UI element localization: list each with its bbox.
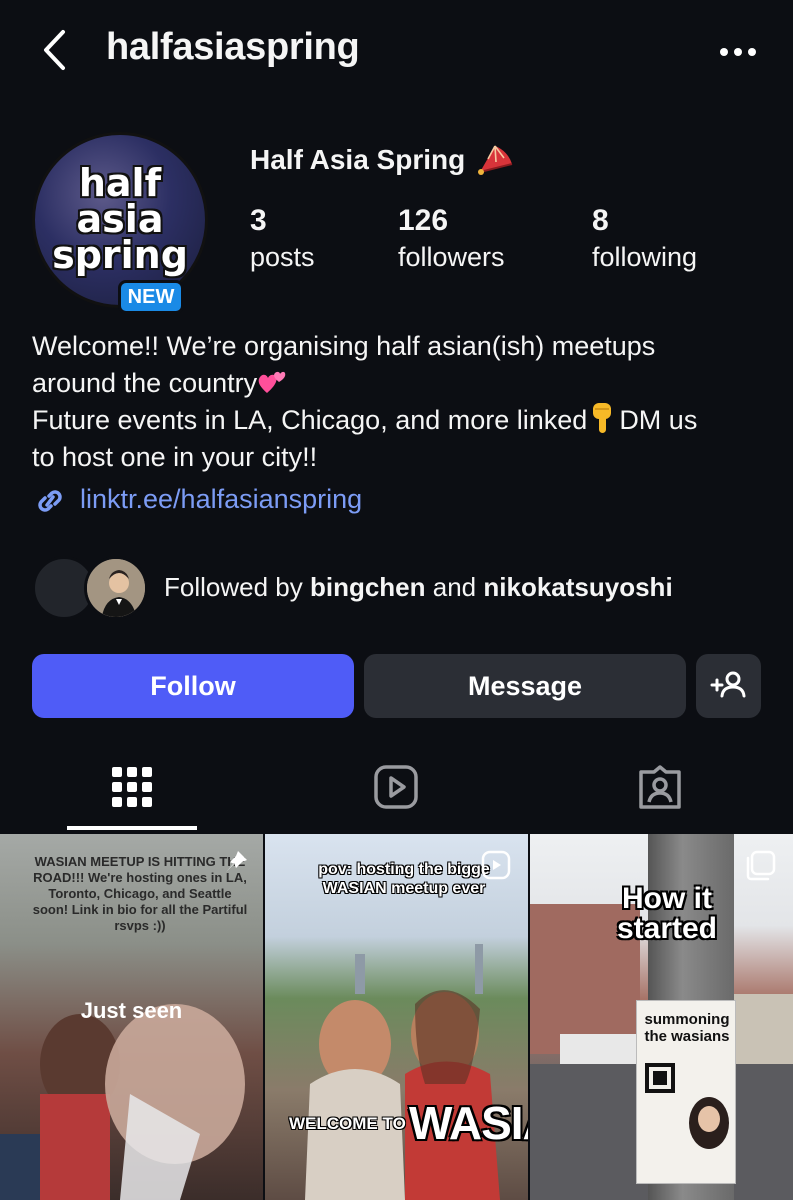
follower-name: bingchen (309, 572, 426, 602)
follow-button[interactable]: Follow (32, 654, 354, 718)
profile-avatar[interactable]: half asia spring NEW (32, 132, 208, 314)
bio-line: to host one in your city!! (32, 441, 318, 472)
new-badge: NEW (118, 280, 184, 314)
chevron-left-icon (44, 30, 65, 70)
tab-posts-grid[interactable] (67, 740, 197, 832)
stat-following[interactable]: 8 following (592, 204, 697, 273)
reel-badge-icon (481, 850, 511, 880)
tagged-person-icon (639, 765, 681, 809)
bio-line: Welcome!! We’re organising half asian(is… (32, 331, 656, 361)
grid-post[interactable]: WASIAN MEETUP IS HITTING THE ROAD!!! We'… (0, 834, 263, 1200)
tab-reels[interactable] (331, 740, 461, 832)
profile-tabs (0, 740, 793, 832)
more-dots-icon (720, 48, 756, 56)
person-photo-icon (87, 559, 145, 617)
follower-name: nikokatsuyoshi (483, 572, 673, 602)
post-overlay-title: WASIA (409, 1097, 528, 1149)
more-options-button[interactable] (716, 30, 760, 70)
post-overlay-title: How it started (616, 882, 718, 945)
pin-icon (225, 851, 247, 873)
posts-grid: WASIAN MEETUP IS HITTING THE ROAD!!! We'… (0, 834, 793, 1200)
just-seen-overlay: Just seen (80, 998, 183, 1023)
reels-icon (374, 765, 418, 809)
grid-post[interactable]: pov: hosting the bigge WASIAN meetup eve… (265, 834, 528, 1200)
qr-and-photo (645, 1063, 729, 1149)
link-icon (38, 490, 62, 512)
stat-posts[interactable]: 3 posts (250, 204, 315, 273)
pointing-down-icon (593, 403, 612, 433)
stat-following-label: following (592, 242, 698, 272)
grid-icon (112, 767, 152, 807)
follower-avatar (84, 556, 148, 620)
stat-following-value: 8 (592, 204, 609, 237)
back-button[interactable] (36, 28, 76, 72)
active-tab-indicator (67, 826, 197, 830)
two-hearts-icon (258, 371, 286, 393)
grid-post[interactable]: summoning the wasians How it started (530, 834, 793, 1200)
tab-tagged[interactable] (595, 740, 725, 832)
fan-emoji-icon (478, 145, 513, 175)
stat-posts-label: posts (250, 242, 315, 272)
stat-posts-value: 3 (250, 204, 267, 237)
bio-line: Future events in LA, Chicago, and more l… (32, 401, 772, 439)
add-person-icon (710, 671, 746, 698)
top-bar: halfasiaspring (0, 0, 793, 100)
poster: summoning the wasians (636, 1000, 736, 1184)
carousel-icon (746, 850, 776, 881)
post-overlay-text: WELCOME TO (289, 1114, 406, 1133)
profile-username: halfasiaspring (106, 26, 360, 68)
followed-by-row[interactable]: Followed by bingchen and nikokatsuyoshi (32, 556, 772, 622)
display-name: Half Asia Spring (250, 144, 466, 175)
stat-followers-value: 126 (398, 204, 449, 237)
profile-bio: Welcome!! We’re organising half asian(is… (32, 328, 772, 475)
bio-line: around the country (32, 365, 772, 402)
avatar-logo-text: half asia spring (52, 161, 188, 277)
poster-title: summoning the wasians (644, 1011, 730, 1045)
bio-link-text[interactable]: linktr.ee/halfasianspring (80, 484, 362, 515)
followed-by-text: Followed by bingchen and nikokatsuyoshi (164, 572, 673, 602)
stat-followers[interactable]: 126 followers (398, 204, 505, 273)
message-button[interactable]: Message (364, 654, 686, 718)
suggested-users-button[interactable] (696, 654, 761, 718)
post-caption: WASIAN MEETUP IS HITTING THE ROAD!!! We'… (32, 854, 248, 933)
stat-followers-label: followers (398, 242, 505, 272)
